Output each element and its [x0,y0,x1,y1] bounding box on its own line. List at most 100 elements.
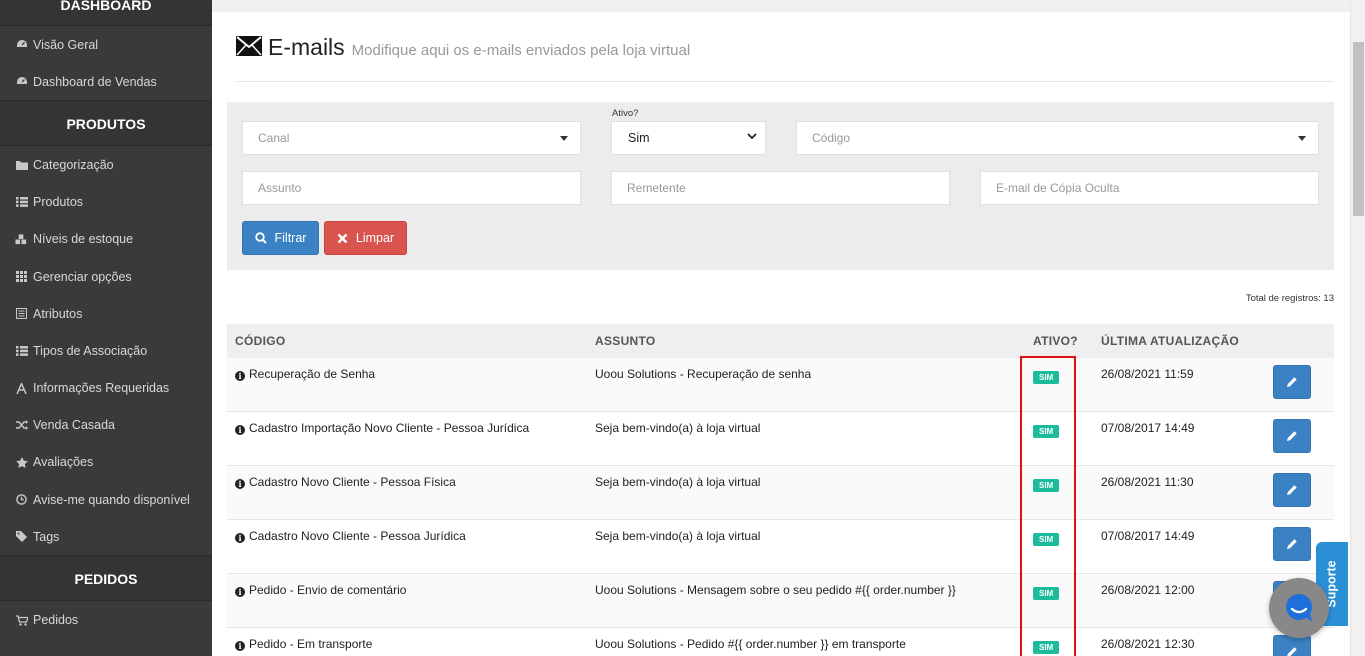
table-row: i Pedido - Em transporte Uoou Solutions -… [227,628,1334,656]
assunto-placeholder: Assunto [258,181,302,195]
row-codigo: Cadastro Importação Novo Cliente - Pesso… [249,421,530,435]
remetente-input[interactable]: Remetente [611,171,950,205]
font-icon [15,382,28,394]
chevron-down-icon [747,132,757,143]
grid-icon [15,271,28,283]
sidebar-item-label: Níveis de estoque [33,232,134,247]
sidebar-item-label: Tipos de Associação [33,343,148,358]
edit-button[interactable] [1273,527,1311,561]
sidebar-section-dashboard: DASHBOARD [0,0,212,26]
info-icon[interactable]: i [235,425,245,435]
info-icon[interactable]: i [235,533,245,543]
info-icon[interactable]: i [235,587,245,597]
pencil-icon [1287,431,1297,441]
ativo-value: Sim [628,131,650,145]
sidebar-item-label: Tags [33,529,60,544]
col-ativo: ATIVO? [1033,334,1078,348]
tag-icon [15,531,28,543]
main-content: E-mails Modifique aqui os e-mails enviad… [212,0,1350,656]
canal-select[interactable]: Canal [242,121,581,155]
sidebar-item-atributos[interactable]: Atributos [0,295,212,332]
search-icon [254,232,267,244]
sidebar-item-label: Avise-me quando disponível [33,492,190,507]
pencil-icon [1287,539,1297,549]
info-icon[interactable]: i [235,371,245,381]
row-assunto: Uoou Solutions - Recuperação de senha [595,367,812,381]
row-data: 26/08/2021 12:00 [1101,583,1195,597]
sidebar-item-categorizacao[interactable]: Categorização [0,146,212,183]
remetente-placeholder: Remetente [627,181,686,195]
bcc-email-input[interactable]: E-mail de Cópia Oculta [980,171,1319,205]
sidebar-item-visao-geral[interactable]: Visão Geral [0,26,212,63]
status-badge: SIM [1033,533,1060,546]
sidebar-item-niveis-estoque[interactable]: Níveis de estoque [0,221,212,258]
row-data: 07/08/2017 14:49 [1101,529,1195,543]
table-row: i Cadastro Novo Cliente - Pessoa Física S… [227,466,1334,520]
pencil-icon [1287,377,1297,387]
sidebar-item-avaliacoes[interactable]: Avaliações [0,444,212,481]
sidebar-item-informacoes-requeridas[interactable]: Informações Requeridas [0,370,212,407]
envelope-icon [236,36,262,56]
page-title: E-mails [268,34,345,60]
page-subtitle: Modifique aqui os e-mails enviados pela … [351,42,691,59]
assunto-input[interactable]: Assunto [242,171,581,205]
clear-button-label: Limpar [355,231,395,245]
status-badge: SIM [1033,479,1060,492]
row-data: 26/08/2021 11:59 [1101,367,1194,381]
edit-button[interactable] [1273,635,1311,656]
chat-button[interactable] [1269,578,1329,638]
emails-table: CÓDIGO ASSUNTO ATIVO? ÚLTIMA ATUALIZAÇÃO… [227,324,1334,656]
edit-button[interactable] [1273,473,1311,507]
sidebar-item-label: Pedidos [33,613,79,628]
info-icon[interactable]: i [235,479,245,489]
list-alt-icon [15,308,28,320]
tachometer-icon [15,39,28,51]
codigo-select[interactable]: Código [796,121,1319,155]
clear-button[interactable]: Limpar [324,221,407,255]
row-assunto: Seja bem-vindo(a) à loja virtual [595,421,761,435]
sidebar-item-label: Atributos [33,306,83,321]
sidebar-item-dashboard-vendas[interactable]: Dashboard de Vendas [0,63,212,100]
pencil-icon [1287,647,1297,656]
bcc-placeholder: E-mail de Cópia Oculta [996,181,1120,195]
sidebar-item-label: Categorização [33,157,114,172]
page-scrollbar[interactable] [1350,0,1365,656]
row-assunto: Uoou Solutions - Pedido #{{ order.number… [595,637,906,651]
ativo-label: Ativo? [612,108,639,119]
row-codigo: Cadastro Novo Cliente - Pessoa Física [249,475,456,489]
filter-button[interactable]: Filtrar [242,221,319,255]
codigo-placeholder: Código [812,131,851,145]
table-header: CÓDIGO ASSUNTO ATIVO? ÚLTIMA ATUALIZAÇÃO [227,324,1334,358]
page-header: E-mails Modifique aqui os e-mails enviad… [236,32,1334,82]
row-assunto: Seja bem-vindo(a) à loja virtual [595,529,761,543]
row-codigo: Recuperação de Senha [249,367,376,381]
table-row: i Pedido - Envio de comentário Uoou Solut… [227,574,1334,628]
col-codigo: CÓDIGO [235,334,286,348]
total-records: Total de registros: 13 [1245,293,1334,304]
folder-icon [15,159,28,171]
edit-button[interactable] [1273,419,1311,453]
sidebar-item-label: Dashboard de Vendas [33,74,157,89]
status-badge: SIM [1033,425,1060,438]
canal-placeholder: Canal [258,131,290,145]
sidebar-item-tags[interactable]: Tags [0,518,212,555]
sidebar-item-gerenciar-opcoes[interactable]: Gerenciar opções [0,258,212,295]
edit-button[interactable] [1273,365,1311,399]
col-ultima-atualizacao: ÚLTIMA ATUALIZAÇÃO [1101,334,1240,348]
sidebar-item-pedidos[interactable]: Pedidos [0,601,212,638]
sidebar-item-produtos[interactable]: Produtos [0,184,212,221]
scrollbar-thumb[interactable] [1353,42,1364,216]
close-icon [337,233,348,244]
status-badge: SIM [1033,641,1060,654]
row-codigo: Pedido - Em transporte [249,637,373,651]
ativo-select[interactable]: Sim [611,121,766,155]
sidebar-item-label: Avaliações [33,455,94,470]
table-row: i Cadastro Novo Cliente - Pessoa Jurídica… [227,520,1334,574]
sidebar: DASHBOARD Visão Geral Dashboard de Venda… [0,0,212,656]
sidebar-item-label: Visão Geral [33,37,99,52]
status-badge: SIM [1033,371,1060,384]
sidebar-item-avise-me[interactable]: Avise-me quando disponível [0,481,212,518]
sidebar-item-tipos-associacao[interactable]: Tipos de Associação [0,332,212,369]
sidebar-item-venda-casada[interactable]: Venda Casada [0,407,212,444]
info-icon[interactable]: i [235,641,245,651]
